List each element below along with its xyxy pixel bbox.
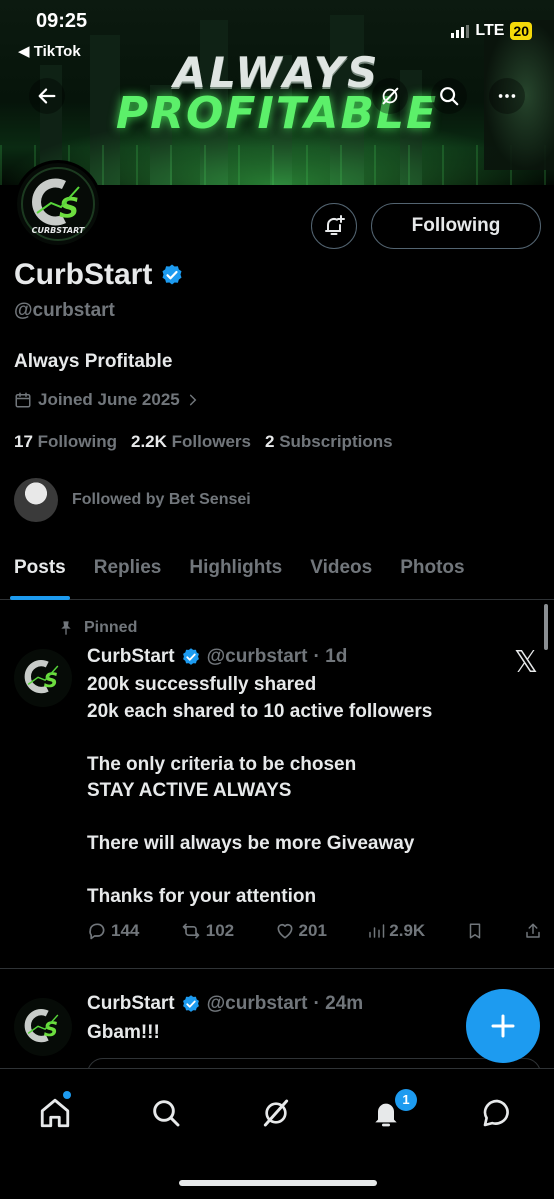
- calendar-icon: [15, 392, 31, 408]
- home-indicator[interactable]: [179, 1180, 377, 1186]
- following-stat[interactable]: 17 Following: [14, 432, 117, 452]
- profile-display-name: CurbStart: [14, 258, 153, 291]
- views-button[interactable]: 2.9K: [367, 921, 425, 941]
- plus-icon: [491, 1014, 515, 1038]
- followed-by-row[interactable]: Followed by Bet Sensei: [14, 478, 251, 522]
- pinned-label-row: Pinned: [58, 619, 137, 637]
- tab-posts[interactable]: Posts: [0, 540, 80, 600]
- views-icon: [369, 924, 385, 938]
- back-to-app-link[interactable]: ◀ TikTok: [18, 42, 81, 60]
- grok-icon: [382, 87, 399, 105]
- profile-name-row: CurbStart: [14, 258, 184, 292]
- nav-home[interactable]: [35, 1091, 75, 1133]
- post-avatar[interactable]: S: [14, 649, 72, 707]
- svg-text:S: S: [44, 669, 58, 692]
- bookmark-icon: [469, 923, 480, 939]
- share-icon: [526, 923, 540, 938]
- home-icon: [40, 1098, 70, 1128]
- tab-photos[interactable]: Photos: [386, 540, 478, 600]
- subscriptions-stat[interactable]: 2 Subscriptions: [265, 432, 393, 452]
- post-actions: 144 102 201 2.9K: [87, 921, 542, 941]
- followed-by-text: Followed by Bet Sensei: [72, 491, 251, 508]
- tab-replies[interactable]: Replies: [80, 540, 176, 600]
- post-pinned[interactable]: Pinned S CurbStart @curbstart · 1d 𝕏 200…: [0, 601, 554, 969]
- tab-videos[interactable]: Videos: [296, 540, 386, 600]
- tab-highlights[interactable]: Highlights: [175, 540, 296, 600]
- pin-icon: [61, 621, 71, 635]
- profile-avatar[interactable]: S CURBSTART: [14, 160, 102, 248]
- post-time: · 24m: [313, 993, 364, 1014]
- following-button[interactable]: Following: [371, 203, 541, 249]
- verified-badge-icon: [182, 648, 199, 665]
- post-author-handle[interactable]: @curbstart: [207, 646, 308, 668]
- curbstart-logo-icon: S CURBSTART: [17, 163, 99, 245]
- joined-date-row[interactable]: Joined June 2025: [14, 390, 200, 410]
- notifications-badge: 1: [395, 1089, 417, 1111]
- nav-grok[interactable]: [256, 1093, 296, 1133]
- grok-button[interactable]: [372, 78, 408, 114]
- home-unread-dot: [63, 1091, 71, 1099]
- messages-icon: [483, 1099, 509, 1127]
- post-author-handle[interactable]: @curbstart: [207, 993, 308, 1015]
- profile-stats: 17 Following 2.2K Followers 2 Subscripti…: [14, 432, 393, 452]
- heart-icon: [277, 923, 293, 939]
- network-label: LTE: [475, 22, 505, 39]
- battery-icon: 20: [510, 22, 532, 40]
- reply-icon: [89, 923, 105, 940]
- curbstart-logo-icon: S: [14, 649, 72, 707]
- scrollbar[interactable]: [544, 604, 548, 650]
- post-time: · 1d: [313, 646, 348, 667]
- profile-tabs: Posts Replies Highlights Videos Photos: [0, 540, 554, 600]
- nav-notifications[interactable]: 1: [366, 1089, 417, 1133]
- bell-plus-icon: [325, 215, 345, 235]
- svg-text:S: S: [44, 1018, 58, 1041]
- compose-button[interactable]: [466, 989, 540, 1063]
- like-button[interactable]: 201: [275, 921, 327, 941]
- signal-icon: [451, 24, 470, 38]
- search-button[interactable]: [431, 78, 467, 114]
- post-avatar[interactable]: S: [14, 998, 72, 1056]
- nav-messages[interactable]: [477, 1093, 517, 1133]
- verified-badge-icon: [182, 995, 199, 1012]
- search-icon: [440, 87, 459, 106]
- active-tab-indicator: [10, 596, 70, 600]
- chevron-right-icon: [189, 394, 197, 406]
- curbstart-logo-icon: S: [14, 998, 72, 1056]
- svg-text:CURBSTART: CURBSTART: [32, 226, 85, 235]
- follower-avatar: [14, 478, 58, 522]
- bookmark-button[interactable]: [466, 921, 484, 941]
- post-text: Gbam!!!: [87, 1022, 160, 1043]
- post-header: CurbStart @curbstart · 1d: [87, 646, 347, 668]
- x-logo-icon: 𝕏: [513, 645, 538, 680]
- status-indicators: LTE 20: [451, 22, 532, 40]
- repost-icon: [182, 923, 200, 939]
- search-icon: [153, 1100, 180, 1127]
- grok-icon: [263, 1099, 289, 1127]
- status-time: 09:25: [36, 10, 88, 32]
- svg-text:S: S: [59, 191, 79, 224]
- reply-button[interactable]: 144: [87, 921, 139, 941]
- post-author-name[interactable]: CurbStart: [87, 993, 175, 1015]
- post-text: 200k successfully shared 20k each shared…: [87, 674, 433, 907]
- nav-search[interactable]: [146, 1093, 186, 1133]
- share-button[interactable]: [524, 921, 542, 941]
- followers-stat[interactable]: 2.2K Followers: [131, 432, 251, 452]
- profile-handle: @curbstart: [14, 300, 115, 321]
- notify-button[interactable]: [311, 203, 357, 249]
- back-button[interactable]: [29, 78, 65, 114]
- repost-button[interactable]: 102: [180, 921, 234, 941]
- pinned-label: Pinned: [84, 619, 138, 636]
- profile-top-nav: [0, 78, 554, 114]
- verified-badge-icon: [162, 264, 182, 285]
- joined-date: Joined June 2025: [38, 390, 180, 409]
- more-icon: [498, 94, 516, 98]
- more-button[interactable]: [489, 78, 525, 114]
- post-author-name[interactable]: CurbStart: [87, 646, 175, 668]
- back-arrow-icon: [38, 88, 56, 104]
- post-header: CurbStart @curbstart · 24m: [87, 993, 363, 1015]
- profile-bio: Always Profitable: [14, 351, 173, 372]
